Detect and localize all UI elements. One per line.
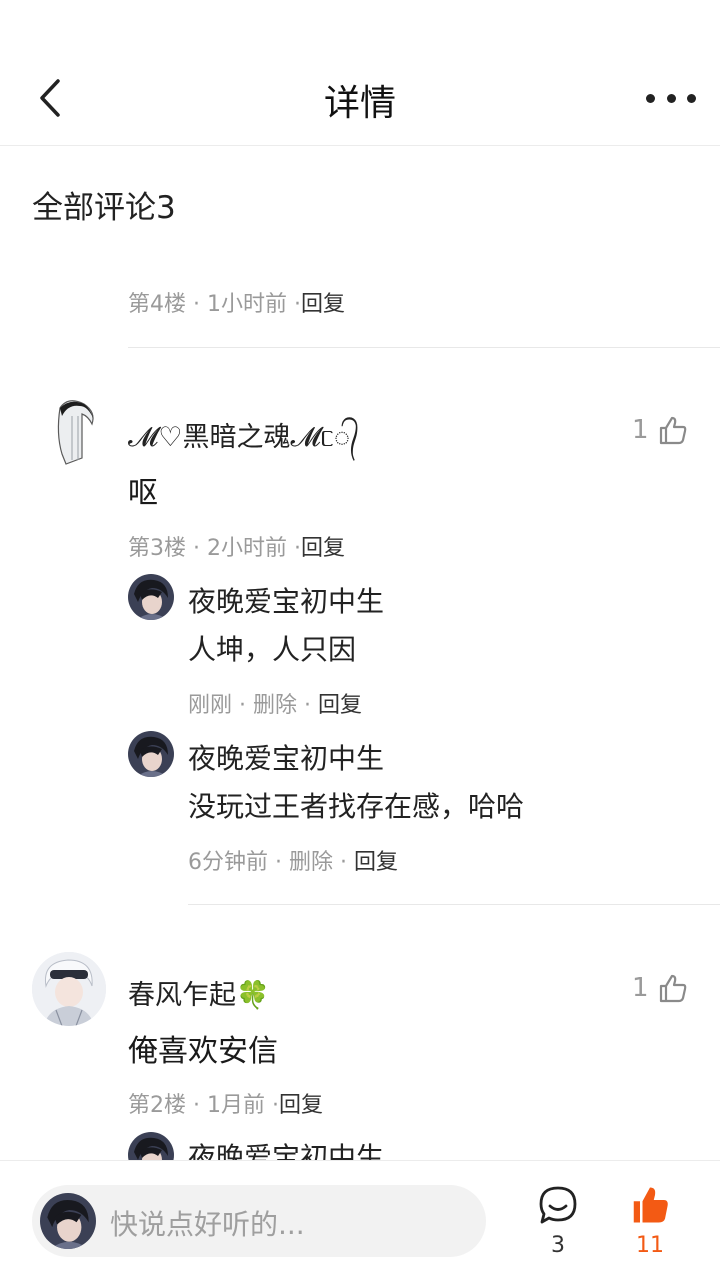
avatar-image — [40, 1193, 96, 1249]
reply-avatar[interactable] — [128, 574, 174, 620]
divider — [188, 904, 720, 905]
reply-link[interactable]: 回复 — [301, 292, 345, 317]
like-button[interactable]: 1 — [632, 972, 689, 1004]
comment-username[interactable]: 春风乍起🍀 — [128, 973, 270, 1012]
delete-link[interactable]: 删除 — [289, 850, 333, 875]
reply-link[interactable]: 回复 — [279, 1093, 323, 1118]
comment-button[interactable]: 3 — [528, 1185, 588, 1258]
comment-bubble-icon — [539, 1186, 577, 1224]
divider — [128, 347, 720, 348]
bottom-bar: 快说点好听的... 3 11 — [0, 1160, 720, 1280]
reply-link[interactable]: 回复 — [301, 536, 345, 561]
avatar[interactable] — [32, 952, 106, 1026]
thumbs-up-icon — [659, 974, 686, 1003]
like-total: 11 — [636, 1233, 664, 1258]
comment-meta: 第2楼 · 1月前 ·回复 — [128, 1093, 323, 1118]
avatar-image — [128, 574, 174, 620]
reply-text: 人坤，人只因 — [188, 633, 357, 666]
more-button[interactable] — [646, 84, 696, 112]
reply-meta: 刚刚 · 删除 · 回复 — [188, 693, 363, 718]
comment-input[interactable]: 快说点好听的... — [32, 1185, 486, 1257]
reply-link[interactable]: 回复 — [354, 850, 398, 875]
reply-link[interactable]: 回复 — [318, 693, 362, 718]
avatar[interactable] — [32, 394, 106, 468]
page-title: 详情 — [323, 83, 396, 124]
reply-text: 没玩过王者找存在感，哈哈 — [188, 790, 525, 823]
thumbs-up-filled-icon — [633, 1187, 668, 1223]
my-avatar — [40, 1193, 96, 1249]
comment-placeholder: 快说点好听的... — [110, 1208, 305, 1241]
comments-section-title: 全部评论3 — [32, 190, 176, 226]
comment-meta: 第4楼 · 1小时前 ·回复 — [128, 292, 345, 317]
thumbs-up-icon — [659, 416, 686, 445]
comment-text: 俺喜欢安信 — [128, 1034, 278, 1069]
avatar-image — [128, 731, 174, 777]
top-bar: 详情 — [0, 0, 720, 146]
like-count: 1 — [632, 415, 649, 445]
avatar-image — [32, 952, 106, 1026]
avatar-image — [32, 394, 106, 468]
comment-text: 呕 — [128, 476, 158, 511]
comment-username[interactable]: 𝓜♡黑暗之魂𝓜ᥴ᭄ — [128, 415, 359, 466]
like-count: 1 — [632, 973, 649, 1003]
reply-meta: 6分钟前 · 删除 · 回复 — [188, 850, 398, 875]
like-button[interactable]: 1 — [632, 414, 689, 446]
like-post-button[interactable]: 11 — [620, 1185, 680, 1258]
comment-total: 3 — [551, 1233, 565, 1258]
more-icon — [646, 93, 655, 103]
reply-username[interactable]: 夜晚爱宝初中生 — [188, 580, 384, 620]
reply-username[interactable]: 夜晚爱宝初中生 — [188, 737, 384, 777]
comment-meta: 第3楼 · 2小时前 ·回复 — [128, 536, 345, 561]
reply-avatar[interactable] — [128, 731, 174, 777]
comment-count: 3 — [156, 190, 176, 226]
delete-link[interactable]: 删除 — [253, 693, 297, 718]
